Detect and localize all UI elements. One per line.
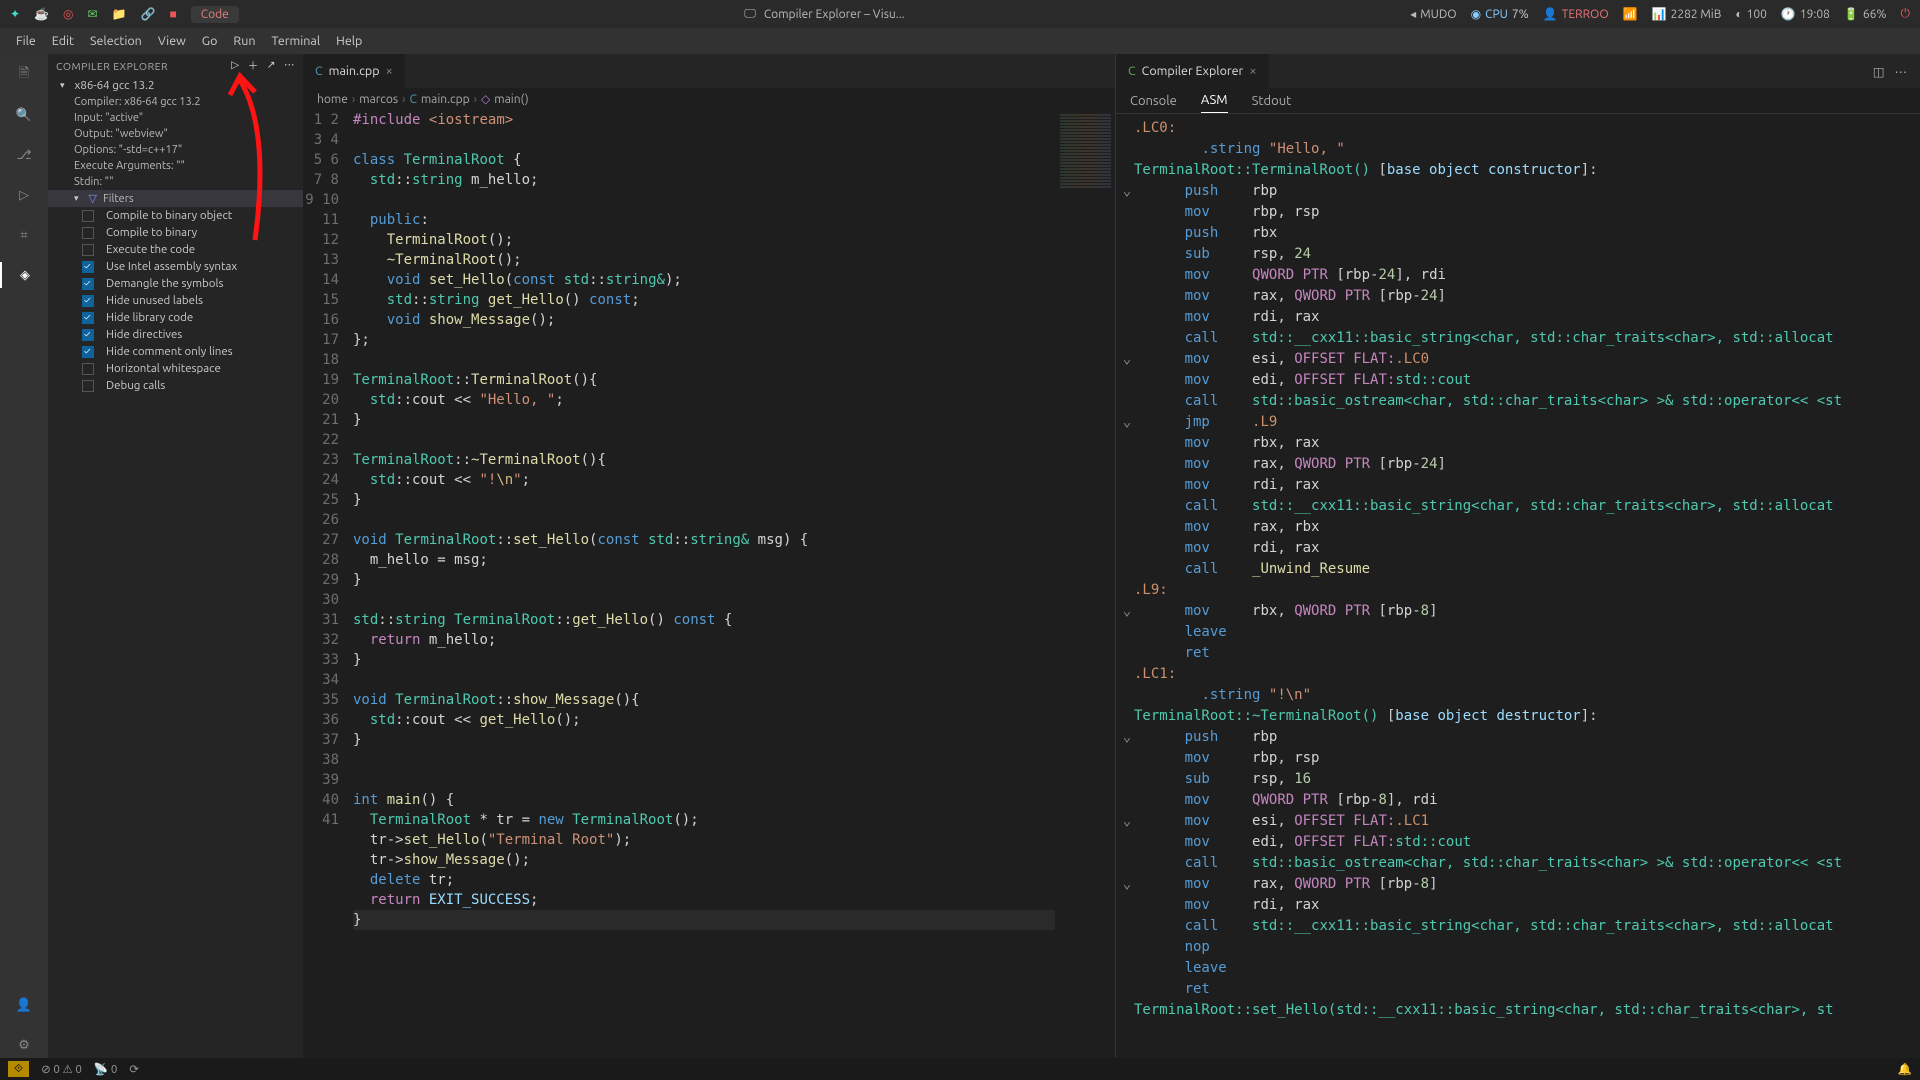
checkbox-icon[interactable] bbox=[82, 380, 94, 392]
subtab-asm[interactable]: ASM bbox=[1201, 93, 1228, 113]
tray-link-icon[interactable]: 🔗 bbox=[141, 7, 156, 21]
checkbox-icon[interactable] bbox=[82, 227, 94, 239]
checkbox-icon[interactable] bbox=[82, 295, 94, 307]
status-bell-icon[interactable]: 🔔 bbox=[1898, 1062, 1912, 1076]
info-execargs: Execute Arguments: "" bbox=[48, 158, 303, 174]
debug-icon[interactable]: ▷ bbox=[11, 182, 37, 208]
tab-compiler-explorer[interactable]: C Compiler Explorer × bbox=[1116, 54, 1270, 88]
subtab-stdout[interactable]: Stdout bbox=[1252, 94, 1292, 113]
info-output: Output: "webview" bbox=[48, 126, 303, 142]
filter-4[interactable]: Demangle the symbols bbox=[48, 275, 303, 292]
filter-10[interactable]: Debug calls bbox=[48, 377, 303, 394]
filters-header[interactable]: ▽ Filters bbox=[48, 190, 303, 207]
filter-2[interactable]: Execute the code bbox=[48, 241, 303, 258]
ce-icon: C bbox=[1128, 64, 1136, 78]
menu-terminal[interactable]: Terminal bbox=[263, 34, 328, 48]
breadcrumb[interactable]: home› marcos› C main.cpp› ◇ main() bbox=[303, 88, 1115, 110]
menu-view[interactable]: View bbox=[150, 34, 194, 48]
window-icon: 🖵 bbox=[744, 7, 756, 21]
filter-9[interactable]: Horizontal whitespace bbox=[48, 360, 303, 377]
menu-help[interactable]: Help bbox=[328, 34, 370, 48]
cpu-indicator[interactable]: ◉ CPU 7% bbox=[1471, 7, 1529, 21]
info-compiler: Compiler: x86-64 gcc 13.2 bbox=[48, 94, 303, 110]
menu-file[interactable]: File bbox=[8, 34, 44, 48]
mudo-indicator[interactable]: ◂ MUDO bbox=[1410, 7, 1456, 21]
info-options: Options: "-std=c++17" bbox=[48, 142, 303, 158]
close-icon[interactable]: × bbox=[1249, 64, 1256, 78]
settings-icon[interactable]: ⚙ bbox=[11, 1032, 37, 1058]
checkbox-icon[interactable] bbox=[82, 278, 94, 290]
filter-7[interactable]: Hide directives bbox=[48, 326, 303, 343]
checkbox-icon[interactable] bbox=[82, 244, 94, 256]
clock[interactable]: 🕐 19:08 bbox=[1781, 7, 1830, 21]
battery-indicator[interactable]: 🔋 66% bbox=[1844, 7, 1887, 21]
tab-main-cpp[interactable]: C main.cpp × bbox=[303, 54, 406, 88]
wifi-icon[interactable]: 📶 bbox=[1623, 7, 1638, 21]
scm-icon[interactable]: ⎇ bbox=[11, 142, 37, 168]
menu-selection[interactable]: Selection bbox=[82, 34, 150, 48]
tray-camera-icon[interactable]: ■ bbox=[169, 7, 176, 21]
taskbar-app[interactable]: Code bbox=[191, 6, 239, 23]
side-panel: COMPILER EXPLORER ▷ ＋ ↗ ⋯ x86-64 gcc 13.… bbox=[48, 54, 303, 1058]
user-indicator[interactable]: 👤 TERROO bbox=[1543, 7, 1609, 21]
explorer-icon[interactable]: 🗎 bbox=[11, 62, 37, 88]
account-icon[interactable]: 👤 bbox=[11, 992, 37, 1018]
checkbox-icon[interactable] bbox=[82, 346, 94, 358]
editor-group: C main.cpp × home› marcos› C main.cpp› ◇… bbox=[303, 54, 1115, 1058]
app-menubar: File Edit Selection View Go Run Terminal… bbox=[0, 28, 1920, 54]
tray-coffee-icon[interactable]: ☕ bbox=[34, 7, 49, 21]
menu-edit[interactable]: Edit bbox=[44, 34, 82, 48]
tray-chrome-icon[interactable]: ◎ bbox=[63, 7, 73, 21]
run-icon[interactable]: ▷ bbox=[231, 58, 240, 73]
status-problems[interactable]: ⊘ 0 ⚠ 0 bbox=[41, 1062, 82, 1076]
add-icon[interactable]: ＋ bbox=[248, 58, 259, 73]
tray-folder-icon[interactable]: 📁 bbox=[112, 7, 127, 21]
info-stdin: Stdin: "" bbox=[48, 174, 303, 190]
extensions-icon[interactable]: ⌗ bbox=[11, 222, 37, 248]
menu-run[interactable]: Run bbox=[225, 34, 263, 48]
checkbox-icon[interactable] bbox=[82, 210, 94, 222]
open-external-icon[interactable]: ↗ bbox=[267, 58, 276, 73]
filter-icon: ▽ bbox=[89, 192, 97, 205]
more-icon[interactable]: ⋯ bbox=[1895, 64, 1908, 79]
search-icon[interactable]: 🔍 bbox=[11, 102, 37, 128]
checkbox-icon[interactable] bbox=[82, 261, 94, 273]
minimap[interactable] bbox=[1055, 110, 1115, 1058]
menu-go[interactable]: Go bbox=[194, 34, 226, 48]
close-icon[interactable]: × bbox=[386, 64, 393, 78]
status-remote[interactable]: ⟐ bbox=[8, 1061, 29, 1077]
split-icon[interactable]: ◫ bbox=[1873, 64, 1885, 79]
subtab-console[interactable]: Console bbox=[1130, 94, 1177, 113]
mem-indicator[interactable]: 📊 2282 MiB bbox=[1652, 7, 1722, 21]
asm-panel: C Compiler Explorer × ◫ ⋯ Console ASM St… bbox=[1115, 54, 1920, 1058]
filter-3[interactable]: Use Intel assembly syntax bbox=[48, 258, 303, 275]
filter-6[interactable]: Hide library code bbox=[48, 309, 303, 326]
status-bar: ⟐ ⊘ 0 ⚠ 0 📡 0 ⟳ 🔔 bbox=[0, 1058, 1920, 1080]
checkbox-icon[interactable] bbox=[82, 363, 94, 375]
code-editor[interactable]: #include <iostream> class TerminalRoot {… bbox=[353, 110, 1055, 1058]
app-launcher-icon[interactable]: ✦ bbox=[10, 7, 20, 21]
power-icon[interactable]: ⏻ bbox=[1901, 7, 1911, 21]
side-title: COMPILER EXPLORER bbox=[56, 60, 168, 72]
info-input: Input: "active" bbox=[48, 110, 303, 126]
tray-mail-icon[interactable]: ✉ bbox=[88, 7, 98, 21]
checkbox-icon[interactable] bbox=[82, 329, 94, 341]
filter-1[interactable]: Compile to binary bbox=[48, 224, 303, 241]
cpp-icon: C bbox=[315, 64, 323, 78]
checkbox-icon[interactable] bbox=[82, 312, 94, 324]
filter-0[interactable]: Compile to binary object bbox=[48, 207, 303, 224]
more-icon[interactable]: ⋯ bbox=[284, 58, 295, 73]
filter-5[interactable]: Hide unused labels bbox=[48, 292, 303, 309]
status-build[interactable]: ⟳ bbox=[129, 1062, 139, 1076]
status-ports[interactable]: 📡 0 bbox=[94, 1062, 117, 1076]
window-title: Compiler Explorer – Visu... bbox=[764, 8, 905, 21]
filter-8[interactable]: Hide comment only lines bbox=[48, 343, 303, 360]
compiler-explorer-icon[interactable]: ◈ bbox=[0, 262, 48, 288]
compiler-entry[interactable]: x86-64 gcc 13.2 bbox=[48, 77, 303, 94]
activity-bar: 🗎 🔍 ⎇ ▷ ⌗ ◈ 👤 ⚙ bbox=[0, 54, 48, 1058]
brightness-indicator[interactable]: ◐ 100 bbox=[1735, 7, 1767, 21]
asm-output[interactable]: .LC0: .string "Hello, " TerminalRoot::Te… bbox=[1116, 114, 1920, 1058]
